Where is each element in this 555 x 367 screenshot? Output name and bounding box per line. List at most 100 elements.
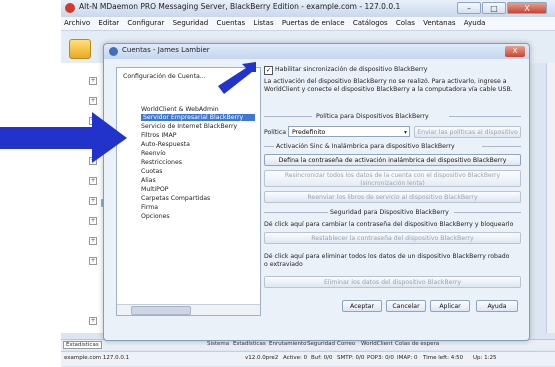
divider (264, 212, 328, 213)
nav-item-auto-response[interactable]: Auto-Respuesta (141, 141, 190, 148)
expand-icon[interactable]: + (89, 237, 97, 245)
status-active: Active: 0 (283, 355, 308, 361)
nav-item-blackberry-enterprise[interactable]: Servidor Empresarial BlackBerry (141, 114, 255, 121)
arrow-icon (0, 112, 127, 163)
expand-icon[interactable]: + (89, 217, 97, 225)
wipe-device-button[interactable]: Eliminar los datos del dispositivo Black… (264, 276, 521, 288)
arrow-shape (218, 62, 256, 94)
status-version: v12.0.0pre2 (245, 355, 279, 361)
main-titlebar: Alt-N MDaemon PRO Messaging Server, Blac… (61, 0, 555, 18)
wipe-text: Dé click aquí para eliminar todos los da… (264, 253, 510, 268)
divider (264, 146, 274, 147)
menu-colas[interactable]: Colas (393, 17, 418, 27)
tab-correo[interactable]: Correo (337, 341, 355, 347)
tab-worldclient[interactable]: WorldClient (361, 341, 393, 347)
send-policy-button[interactable]: Enviar las políticas al dispositivo (414, 126, 521, 138)
dialog-title: Cuentas - James Lambier (122, 46, 210, 54)
folder-icon[interactable] (69, 39, 91, 59)
status-server: example.com 127.0.0.1 (64, 355, 130, 361)
expand-icon[interactable]: + (89, 257, 97, 265)
menu-editar[interactable]: Editar (95, 17, 122, 27)
menu-listas[interactable]: Listas (250, 17, 276, 27)
nav-item-account-settings[interactable]: Configuración de Cuenta... (123, 73, 206, 80)
status-imap: IMAP: 0 (397, 355, 418, 361)
menu-catalogos[interactable]: Catálogos (350, 17, 391, 27)
tab-estadisticas[interactable]: Estadísticas (63, 341, 102, 349)
divider (454, 212, 521, 213)
menu-bar: Archivo Editar Configurar Seguridad Cuen… (61, 17, 555, 31)
chevron-down-icon: ▾ (403, 129, 407, 136)
nav-item-forwarding[interactable]: Reenvío (141, 150, 166, 157)
cancel-button[interactable]: Cancelar (386, 300, 426, 312)
resync-button[interactable]: Resincronizar todos los datos de la cuen… (264, 170, 521, 187)
nav-item-options[interactable]: Opciones (141, 213, 170, 220)
expand-icon[interactable]: + (89, 197, 97, 205)
divider (449, 116, 521, 117)
nav-item-multipop[interactable]: MultiPOP (141, 186, 168, 193)
policy-label: Política (264, 129, 287, 136)
resync-button-line1: Resincronizar todos los datos de la cuen… (284, 172, 501, 179)
nav-horizontal-scrollbar[interactable] (117, 304, 260, 315)
tab-estadisticas-2[interactable]: Estadísticas (233, 341, 266, 347)
nav-item-blackberry-internet[interactable]: Servicio de Internet BlackBerry (141, 123, 237, 130)
tab-enrutamiento[interactable]: Enrutamiento (269, 341, 307, 347)
resend-service-books-button[interactable]: Reenviar los libros de servicio al dispo… (264, 191, 521, 203)
resync-button-line2: (sincronización lenta) (360, 179, 425, 187)
menu-ayuda[interactable]: Ayuda (461, 17, 489, 27)
arrow-shape (0, 112, 127, 163)
menu-seguridad[interactable]: Seguridad (170, 17, 212, 27)
activation-section-heading: Activación Sinc & Inalámbrica para dispo… (276, 143, 455, 150)
menu-configurar[interactable]: Configurar (124, 17, 167, 27)
accounts-dialog: Cuentas - James Lambier X Configuración … (103, 43, 530, 341)
status-uptime: Up: 1:25 (473, 355, 497, 361)
accept-button[interactable]: Aceptar (342, 300, 382, 312)
policy-section-heading: Política para Dispositivos BlackBerry (316, 113, 429, 120)
enable-sync-checkbox[interactable]: ✓ (264, 66, 273, 75)
main-window-title: Alt-N MDaemon PRO Messaging Server, Blac… (79, 2, 401, 11)
close-button[interactable]: X (507, 2, 547, 14)
policy-select-value: Predefinito (292, 129, 326, 136)
scrollbar-thumb[interactable] (131, 306, 191, 315)
expand-icon[interactable]: + (89, 77, 97, 85)
dialog-titlebar: Cuentas - James Lambier X (104, 44, 529, 59)
account-nav-list: Configuración de Cuenta... WorldClient &… (117, 68, 260, 303)
divider (264, 116, 312, 117)
tab-colas-de-espera[interactable]: Colas de espera (395, 341, 439, 347)
right-scrollbar[interactable] (546, 63, 555, 333)
change-password-text: Dé click aquí para cambiar la contraseña… (264, 221, 514, 228)
tab-sistema[interactable]: Sistema (207, 341, 229, 347)
status-bar: example.com 127.0.0.1 v12.0.0pre2 Active… (61, 351, 555, 366)
menu-cuentas[interactable]: Cuentas (213, 17, 248, 27)
security-section-heading: Seguridad para Dispositivo BlackBerry (330, 209, 449, 216)
nav-item-shared-folders[interactable]: Carpetas Compartidas (141, 195, 210, 202)
menu-puertas-de-enlace[interactable]: Puertas de enlace (279, 17, 348, 27)
nav-item-signature[interactable]: Firma (141, 204, 158, 211)
nav-item-worldclient[interactable]: WorldClient & WebAdmin (141, 106, 219, 113)
apply-button[interactable]: Aplicar (430, 300, 470, 312)
account-nav-panel: Configuración de Cuenta... WorldClient &… (116, 67, 261, 316)
tab-seguridad[interactable]: Seguridad (307, 341, 335, 347)
expand-icon[interactable]: + (89, 97, 97, 105)
divider (482, 146, 521, 147)
activation-info-text: La activación del dispositivo BlackBerry… (264, 78, 513, 93)
expand-icon[interactable]: + (89, 177, 97, 185)
status-timeleft: Time left: 4:50 (423, 355, 464, 361)
menu-archivo[interactable]: Archivo (61, 17, 93, 27)
expand-icon[interactable]: + (89, 317, 97, 325)
status-smtp: SMTP: 0/0 (337, 355, 365, 361)
nav-item-restrictions[interactable]: Restricciones (141, 159, 182, 166)
reset-password-button[interactable]: Restablecer la contraseña del dispositiv… (264, 232, 521, 244)
menu-ventanas[interactable]: Ventanas (420, 17, 458, 27)
user-icon (109, 47, 118, 56)
nav-item-imap-filters[interactable]: Filtros IMAP (141, 132, 176, 139)
nav-item-aliases[interactable]: Alias (141, 177, 156, 184)
app-icon (65, 3, 75, 13)
dialog-close-button[interactable]: X (505, 46, 525, 57)
arrow-icon (218, 62, 256, 94)
help-button[interactable]: Ayuda (476, 300, 518, 312)
nav-item-quotas[interactable]: Cuotas (141, 168, 162, 175)
minimize-button[interactable]: – (457, 2, 481, 14)
set-activation-password-button[interactable]: Defina la contraseña de activación inalá… (264, 154, 521, 166)
policy-select[interactable]: Predefinito ▾ (288, 126, 410, 137)
maximize-button[interactable]: □ (482, 2, 506, 14)
